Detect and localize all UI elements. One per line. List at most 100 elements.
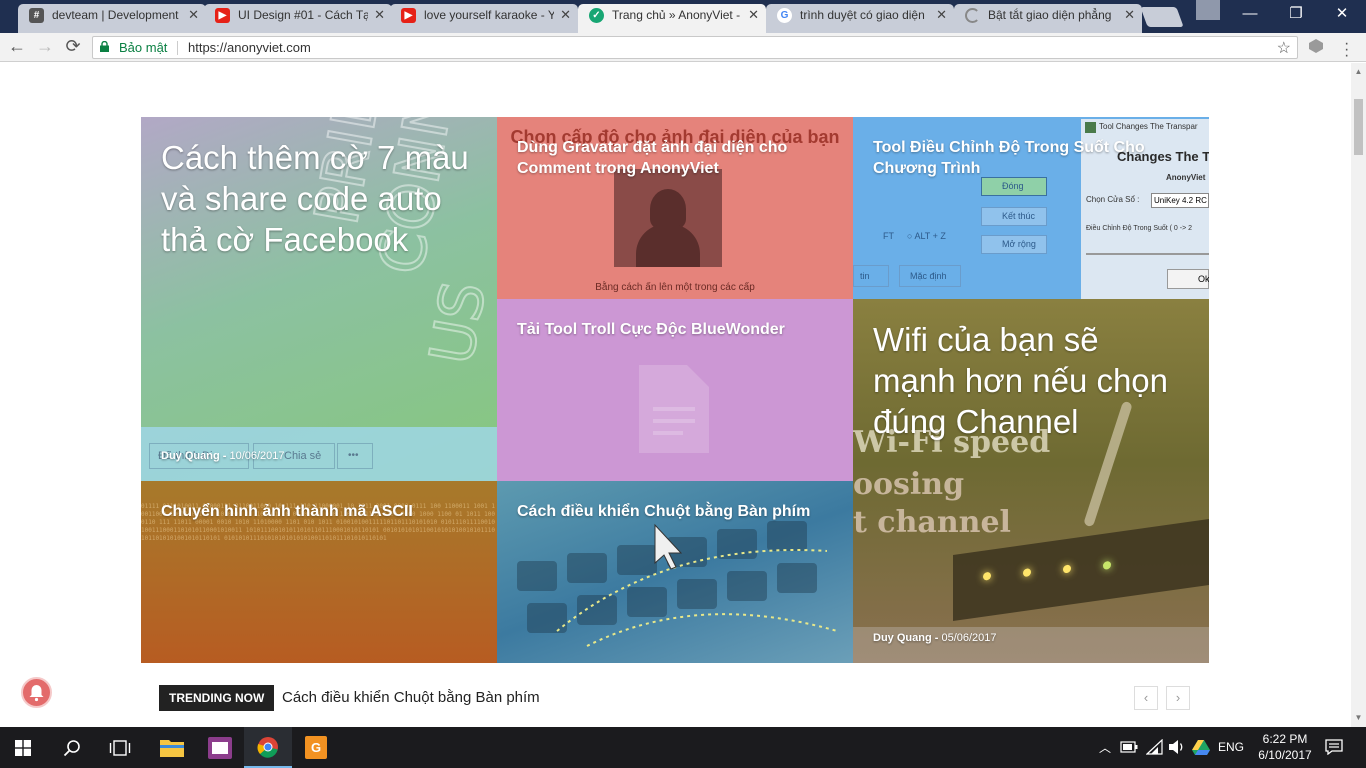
task-view-icon[interactable] [109,740,131,756]
post-title[interactable]: Tool Điều Chỉnh Độ Trong Suốt Cho Chương… [873,137,1189,179]
ok-button[interactable]: Ok [1167,269,1209,289]
forward-button[interactable]: → [34,36,56,57]
youtube-icon: ▶ [215,8,230,23]
more-button[interactable]: ••• [337,443,373,469]
search-icon[interactable] [63,739,81,757]
post-author[interactable]: Duy Quang [161,450,220,462]
trending-headline[interactable]: Cách điều khiển Chuột bằng Bàn phím [282,689,540,706]
post-title[interactable]: Tải Tool Troll Cực Độc BlueWonder [517,319,833,340]
tab-label: Trang chủ » AnonyViet - [612,8,741,22]
tab-label: Bật tắt giao diện phẳng [988,8,1112,22]
extension-icon[interactable] [1308,38,1324,54]
new-tab-button[interactable] [1140,7,1184,27]
tray-chevron-icon[interactable]: ︿ [1099,739,1111,756]
close-icon[interactable]: ✕ [188,4,199,26]
close-icon[interactable]: ✕ [936,4,947,26]
ft-label: FT [883,231,894,241]
tab-label: love yourself karaoke - Y [424,8,554,22]
featured-post-transparency-tool[interactable]: Tool Changes The Transpar Changes The T … [853,117,1209,299]
transparency-slider[interactable] [1086,253,1209,255]
tool-button[interactable]: tin [853,265,889,287]
close-tool-button[interactable]: Đóng [981,177,1047,196]
featured-post-mouse-keyboard[interactable]: Cách điều khiển Chuột bằng Bàn phím [497,481,853,663]
tab-devteam[interactable]: # devteam | Development ✕ [18,4,206,33]
featured-grid: PRIDE CONNECT US Cách thêm cờ 7 màu và s… [141,117,1209,663]
scroll-thumb[interactable] [1354,99,1363,155]
featured-post-gravatar[interactable]: Chọn cấp độ cho ảnh đại diện của bạn Bằn… [497,117,853,299]
action-center-icon[interactable] [1325,739,1343,755]
tab-ui-design[interactable]: ▶ UI Design #01 - Cách Tạ ✕ [204,4,392,33]
volume-icon[interactable] [1168,739,1186,755]
language-indicator[interactable]: ENG [1218,740,1244,754]
windows-start-icon[interactable] [15,740,31,756]
tab-label: devteam | Development [52,8,179,22]
wifi-icon[interactable] [1146,739,1164,755]
bookmark-star-icon[interactable]: ☆ [1277,38,1291,58]
lock-icon [100,41,109,52]
image-text-choosing: oosing [853,467,965,502]
address-bar[interactable]: Bảo mật https://anonyviet.com ☆ [92,36,1298,59]
youtube-icon: ▶ [401,8,416,23]
maximize-button[interactable]: ❐ [1273,0,1319,28]
page-scrollbar[interactable]: ▲ ▼ [1351,63,1366,727]
close-icon[interactable]: ✕ [748,4,759,26]
windows-taskbar: G ︿ ENG 6:22 PM 6/10/2017 [0,727,1366,768]
post-meta: Duy Quang - 10/06/2017 [161,450,285,462]
tab-google-search[interactable]: G trình duyệt có giao diện ✕ [766,4,954,33]
tab-anonyviet[interactable]: ✓ Trang chủ » AnonyViet - ✕ [578,4,766,33]
featured-post-ascii[interactable]: 01111 0111010011 01000111 0110011000 10 … [141,481,497,663]
alt-z-radio[interactable]: ○ ALT + Z [907,231,946,241]
post-title[interactable]: Chuyển hình ảnh thành mã ASCII [161,501,477,522]
clock[interactable]: 6:22 PM 6/10/2017 [1256,731,1314,763]
url-text[interactable]: https://anonyviet.com [188,40,311,55]
chrome-icon [257,737,278,758]
svg-text:G: G [311,740,321,755]
secure-label[interactable]: Bảo mật [119,40,167,55]
close-icon[interactable]: ✕ [374,4,385,26]
battery-icon[interactable] [1120,741,1138,753]
close-window-button[interactable]: ✕ [1319,0,1365,28]
featured-post-bluewonder[interactable]: Tải Tool Troll Cực Độc BlueWonder [497,299,853,481]
post-title[interactable]: Dùng Gravatar đặt ảnh đại diện cho Comme… [517,137,833,179]
trending-prev-button[interactable]: ‹ [1134,686,1158,710]
hacker-image [614,169,722,267]
featured-post-wifi-channel[interactable]: Wi-Fi speed oosing t channel Wifi của bạ… [853,299,1209,663]
trending-now-label: TRENDING NOW [159,685,275,711]
pdf-app-taskbar[interactable]: G [292,727,340,768]
check-icon: ✓ [589,8,604,23]
google-drive-icon[interactable] [1192,739,1210,755]
minimize-button[interactable]: — [1227,0,1273,28]
tab-karaoke[interactable]: ▶ love yourself karaoke - Y ✕ [390,4,578,33]
reload-button[interactable]: ⟳ [62,36,84,57]
radio-label: ALT + Z [914,231,946,241]
window-title: Tool Changes The Transpar [1099,122,1198,131]
tab-flat-ui[interactable]: Bật tắt giao diện phẳng ✕ [954,4,1142,33]
back-button[interactable]: ← [6,36,28,57]
featured-post-pride-flag[interactable]: PRIDE CONNECT US Cách thêm cờ 7 màu và s… [141,117,497,481]
menu-icon[interactable]: · · · [1344,36,1349,64]
expand-tool-button[interactable]: Mở rộng [981,235,1047,254]
visual-studio-taskbar[interactable] [196,727,244,768]
close-icon[interactable]: ✕ [560,4,571,26]
window-label: Chọn Cửa Sổ : [1086,195,1140,204]
divider [177,41,178,55]
scroll-up-icon[interactable]: ▲ [1354,67,1363,76]
document-placeholder-icon [639,365,709,453]
loading-icon [965,8,980,23]
scroll-down-icon[interactable]: ▼ [1354,713,1363,722]
post-title[interactable]: Cách thêm cờ 7 màu và share code auto th… [161,137,477,260]
foxit-icon: G [305,736,327,759]
profile-icon[interactable] [1196,0,1220,20]
end-tool-button[interactable]: Kết thúc [981,207,1047,226]
post-meta: Duy Quang - 05/06/2017 [873,632,997,644]
post-author[interactable]: Duy Quang [873,632,932,644]
chrome-taskbar[interactable] [244,727,292,768]
file-explorer-taskbar[interactable] [148,727,196,768]
post-title[interactable]: Cách điều khiển Chuột bằng Bàn phím [517,501,833,522]
notification-bell-button[interactable] [21,677,52,708]
post-title[interactable]: Wifi của bạn sẽ mạnh hơn nếu chọn đúng C… [873,319,1189,442]
trending-next-button[interactable]: › [1166,686,1190,710]
default-button[interactable]: Mặc định [899,265,961,287]
close-icon[interactable]: ✕ [1124,4,1135,26]
window-select[interactable]: UniKey 4.2 RC [1151,193,1209,208]
